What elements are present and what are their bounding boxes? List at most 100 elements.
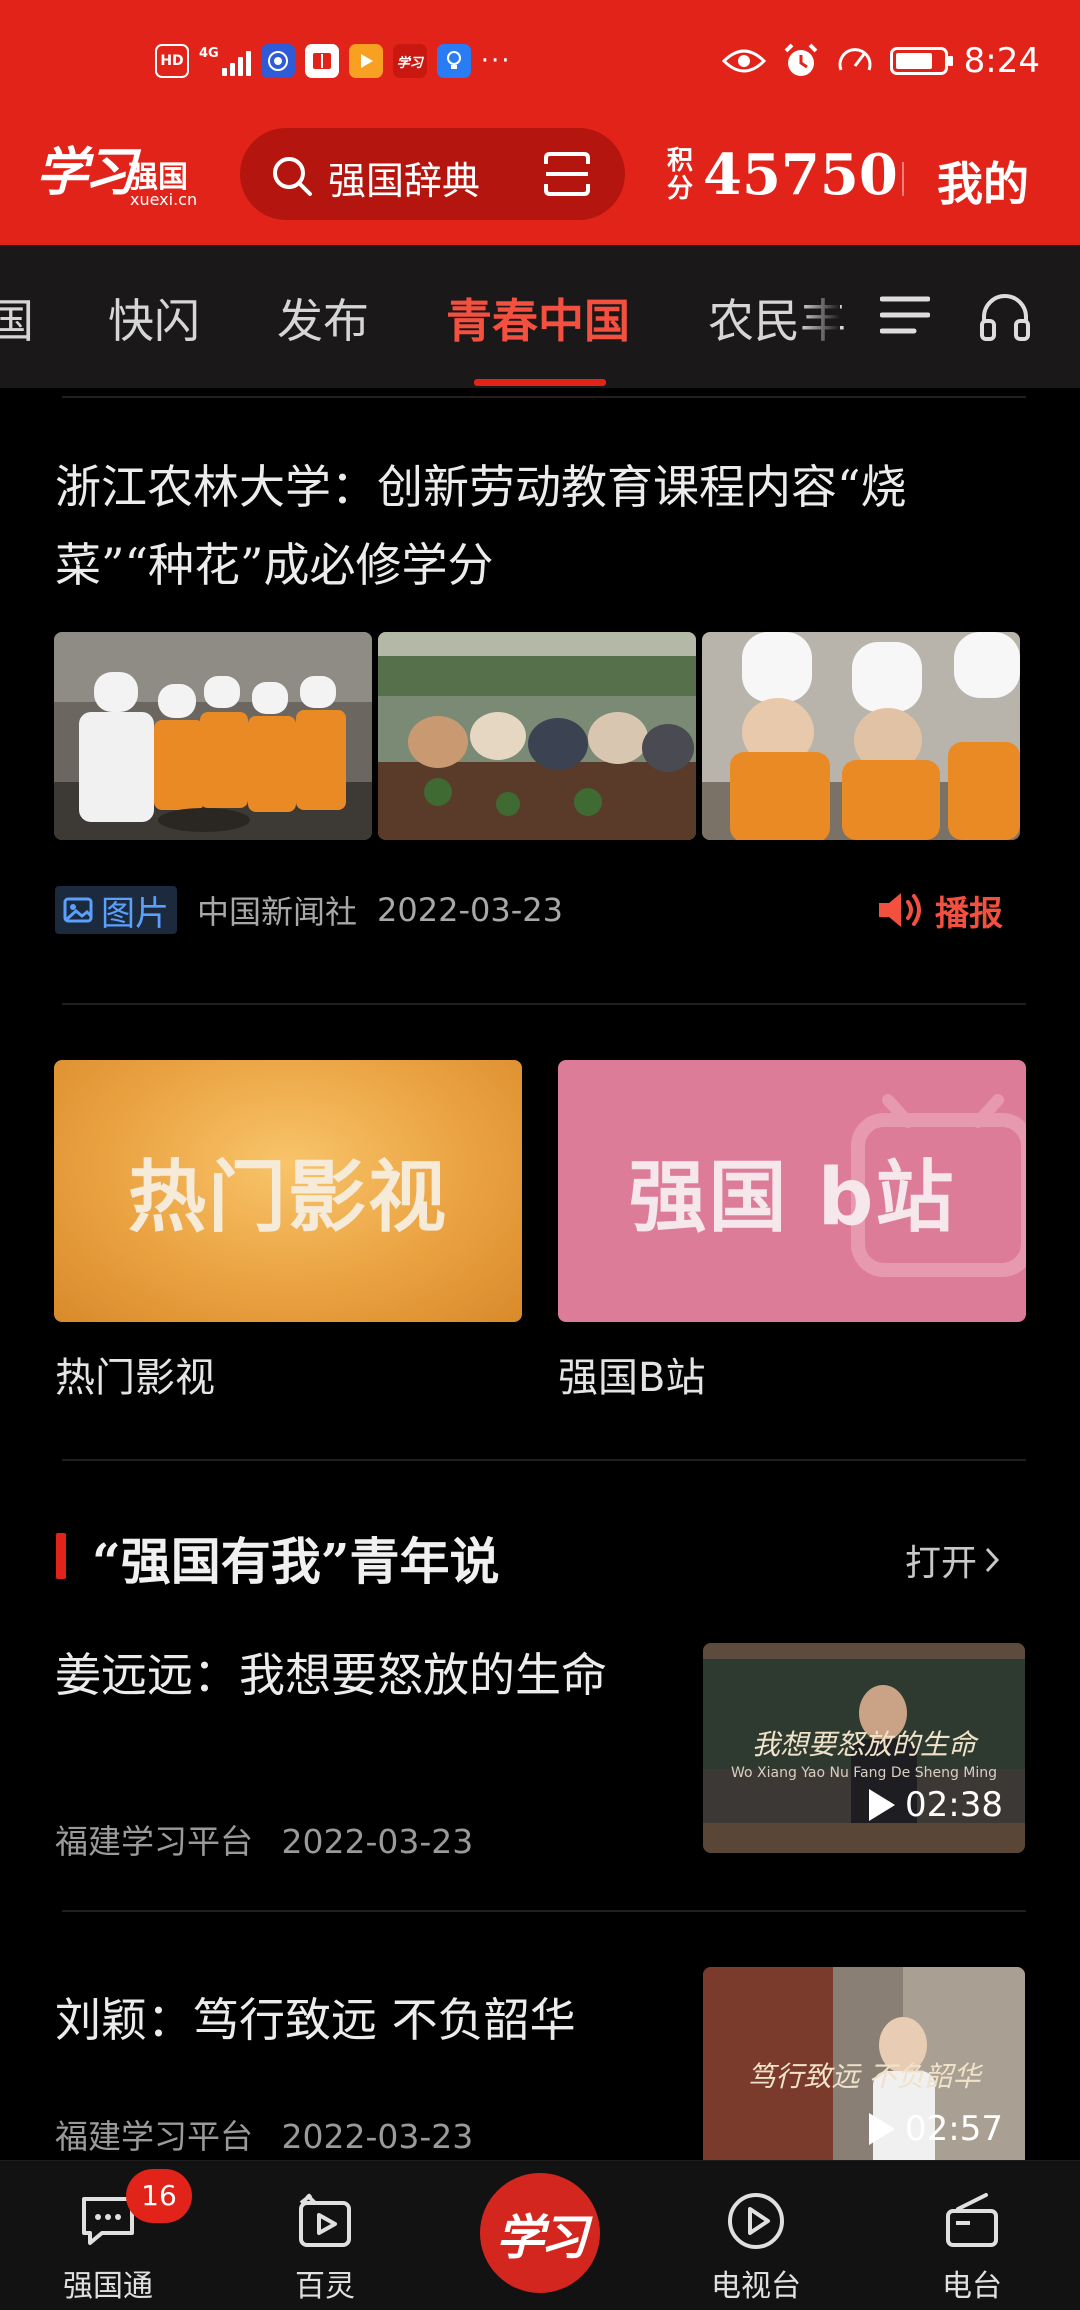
card-hot-movies-image-text: 热门影视 — [127, 1153, 448, 1243]
mine-button[interactable]: 我的 — [937, 148, 1029, 214]
bottom-navigation: 16 强国通 百灵 学习 电视台 电台 — [0, 2160, 1080, 2310]
eye-icon — [721, 49, 766, 73]
picture-icon — [63, 897, 93, 923]
section-title: “强国有我”青年说 — [92, 1532, 500, 1591]
news-meta: 福建学习平台 2022-03-23 — [55, 2110, 473, 2158]
xuexi-center-icon: 学习 — [495, 2210, 588, 2266]
nav-label: 电台 — [942, 2269, 1002, 2304]
card-qiangguo-bilibili[interactable]: 强国 b站 — [558, 1060, 1026, 1322]
article-date: 2022-03-23 — [377, 891, 563, 929]
channel-tabs: 国 快闪 发布 青春中国 农民丰 — [0, 245, 1080, 388]
card-qiangguo-bilibili-image-text: 强国 b站 — [628, 1153, 956, 1243]
news-video-caption: 笃行致远 不负韶华 — [747, 2060, 981, 2093]
video-duration-text: 02:38 — [905, 1785, 1003, 1825]
tv-play-icon — [728, 2193, 784, 2249]
broadcast-button[interactable]: 播报 — [877, 885, 1003, 935]
app-header: HD 4G 学习 ··· 8:24 学习 强国 xuexi.cn 强国辞典 积分… — [0, 0, 1080, 245]
card-qiangguo-bilibili-label[interactable]: 强国B站 — [558, 1345, 705, 1403]
unread-badge: 16 — [126, 2169, 192, 2223]
news-video-caption: 我想要怒放的生命 — [751, 1728, 976, 1761]
nav-item-diantai[interactable]: 电台 — [892, 2161, 1052, 2310]
more-dots-icon: ··· — [480, 46, 512, 76]
scan-icon[interactable] — [542, 150, 592, 198]
play-icon — [869, 2113, 896, 2145]
article-title[interactable]: 浙江农林大学：创新劳动教育课程内容“烧菜”“种花”成必修学分 — [55, 448, 1030, 604]
logo-script: 学习 — [36, 142, 136, 203]
search-icon — [273, 157, 312, 196]
status-time: 8:24 — [963, 41, 1040, 81]
radio-icon — [946, 2193, 998, 2247]
status-right-icons: 8:24 — [721, 38, 1040, 84]
tab-kuaishan[interactable]: 快闪 — [108, 285, 200, 351]
nav-label: 电视台 — [711, 2269, 801, 2304]
news-meta: 福建学习平台 2022-03-23 — [55, 1815, 473, 1863]
bailing-icon — [299, 2193, 351, 2247]
speed-icon — [838, 48, 872, 71]
video-duration: 02:38 — [869, 1785, 1003, 1825]
video-duration: 02:57 — [869, 2109, 1003, 2149]
search-placeholder: 强国辞典 — [328, 159, 481, 203]
tab-fade — [800, 245, 840, 388]
tab-guo[interactable]: 国 — [0, 285, 34, 351]
play-icon — [869, 1789, 896, 1821]
article-image-cooking[interactable] — [54, 632, 372, 840]
battery-icon — [889, 47, 953, 75]
chevron-right-icon — [985, 1547, 1000, 1573]
points-value: 45750 — [703, 142, 898, 208]
nav-item-xuexi-center[interactable]: 学习 — [480, 2173, 600, 2293]
bulb-icon — [436, 44, 471, 78]
news-video-subcaption: Wo Xiang Yao Nu Fang De Sheng Ming — [730, 1765, 998, 1781]
logo-url: xuexi.cn — [130, 190, 198, 209]
nav-item-qiangguotong[interactable]: 16 强国通 — [28, 2161, 192, 2310]
video-duration-text: 02:57 — [905, 2109, 1003, 2149]
channel-menu-icon[interactable] — [880, 291, 930, 339]
news-date: 2022-03-23 — [281, 1822, 474, 1861]
search-bar[interactable]: 强国辞典 — [240, 128, 625, 220]
alarm-icon — [784, 43, 818, 76]
headphone-icon[interactable] — [978, 289, 1032, 343]
divider — [62, 1003, 1026, 1005]
article-image-chefs[interactable] — [702, 632, 1020, 840]
divider — [62, 1459, 1026, 1461]
nav-item-bailing[interactable]: 百灵 — [245, 2161, 405, 2310]
section-open-label: 打开 — [905, 1543, 978, 1584]
points-display[interactable]: 积分 45750 — [667, 140, 898, 210]
picture-tag: 图片 — [55, 886, 177, 934]
status-left-icons: HD 4G 学习 ··· — [155, 40, 512, 82]
section-marker — [56, 1533, 66, 1579]
app-blue-icon — [260, 44, 295, 78]
active-tab-indicator — [474, 379, 606, 386]
picture-tag-label: 图片 — [101, 893, 169, 934]
speaker-icon — [879, 893, 921, 927]
nav-item-dianshitai[interactable]: 电视台 — [676, 2161, 836, 2310]
status-bar: HD 4G 学习 ··· 8:24 — [0, 0, 1080, 120]
article-image-gardening[interactable] — [378, 632, 696, 840]
news-title[interactable]: 姜远远：我想要怒放的生命 — [55, 1635, 665, 1715]
tab-fabu[interactable]: 发布 — [277, 285, 369, 351]
book-icon — [304, 44, 339, 78]
news-source: 福建学习平台 — [55, 1822, 253, 1861]
play-orange-icon — [348, 44, 383, 78]
news-video-thumb[interactable]: 我想要怒放的生命 Wo Xiang Yao Nu Fang De Sheng M… — [703, 1643, 1025, 1853]
divider — [62, 396, 1026, 398]
news-source: 福建学习平台 — [55, 2117, 253, 2156]
header-divider — [902, 162, 904, 196]
article-source: 中国新闻社 — [197, 893, 358, 931]
news-title[interactable]: 刘颖：笃行致远 不负韶华 — [55, 1980, 665, 2060]
xuexi-logo[interactable]: 学习 强国 xuexi.cn — [36, 128, 206, 218]
card-hot-movies-label[interactable]: 热门影视 — [55, 1345, 215, 1403]
section-open-link[interactable]: 打开 — [905, 1534, 1001, 1586]
card-hot-movies[interactable]: 热门影视 — [54, 1060, 522, 1322]
hd-icon: HD — [155, 44, 189, 78]
divider — [62, 1910, 1026, 1912]
app-page: HD 4G 学习 ··· 8:24 学习 强国 xuexi.cn 强国辞典 积分… — [0, 0, 1080, 2310]
tab-qingchun-zhongguo[interactable]: 青春中国 — [446, 285, 630, 351]
article-meta: 图片 中国新闻社 2022-03-23 — [55, 885, 563, 935]
nav-label: 百灵 — [295, 2269, 355, 2304]
app-bar: 学习 强国 xuexi.cn 强国辞典 积分 45750 我的 — [0, 120, 1080, 245]
signal-icon: 4G — [199, 46, 251, 76]
xuexi-icon: 学习 — [392, 44, 427, 78]
news-video-thumb[interactable]: 笃行致远 不负韶华 02:57 — [703, 1967, 1025, 2177]
news-date: 2022-03-23 — [281, 2117, 474, 2156]
nav-label: 强国通 — [63, 2269, 153, 2304]
